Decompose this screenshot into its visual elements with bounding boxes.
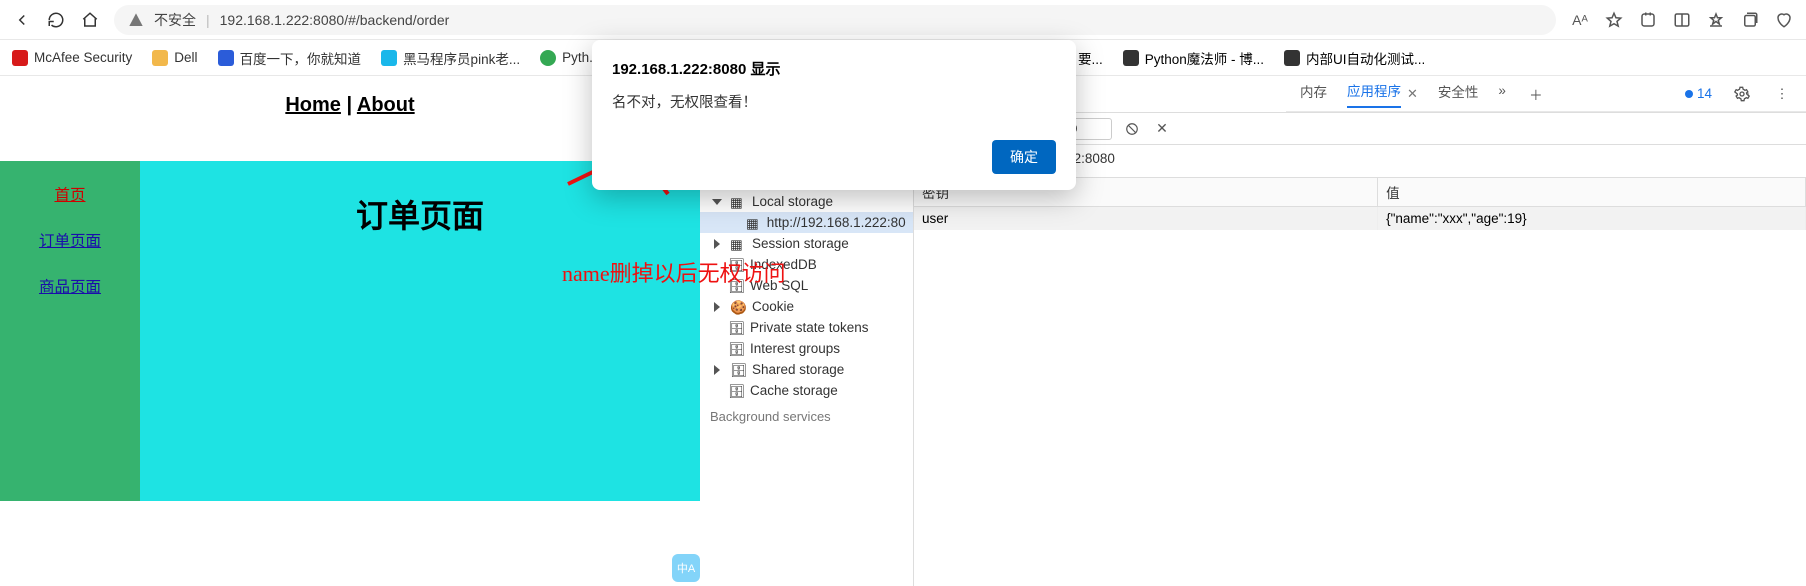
bookmark-item[interactable]: 要...	[1078, 48, 1103, 68]
address-bar[interactable]: 不安全 | 192.168.1.222:8080/#/backend/order	[114, 5, 1556, 35]
col-value[interactable]: 值	[1378, 178, 1806, 207]
sidebar-item-order[interactable]: 订单页面	[39, 229, 101, 251]
bg-services-header: Background services	[700, 401, 913, 428]
folder-icon	[152, 50, 168, 66]
home-link[interactable]: Home	[285, 94, 341, 116]
url-text: 192.168.1.222:8080/#/backend/order	[220, 12, 450, 28]
chevron-right-icon	[714, 302, 720, 312]
read-aloud-icon[interactable]: Aᴬ	[1570, 10, 1590, 30]
bookmark-item[interactable]: 内部UI自动化测试...	[1284, 48, 1425, 68]
shared-storage-item[interactable]: 🗄Shared storage	[700, 359, 913, 380]
database-icon: 🗄	[730, 363, 744, 377]
grid-icon: ▦	[746, 216, 759, 230]
browser-toolbar: 不安全 | 192.168.1.222:8080/#/backend/order…	[0, 0, 1806, 40]
collections-icon[interactable]	[1740, 10, 1760, 30]
cookie-item[interactable]: 🍪Cookie	[700, 296, 913, 317]
toolbar-right-icons: Aᴬ	[1570, 10, 1794, 30]
bookmark-item[interactable]: 百度一下，你就知道	[218, 48, 362, 68]
table-row[interactable]: user {"name":"xxx","age":19}	[914, 207, 1806, 231]
storage-table: 密钥 值 user {"name":"xxx","age":19}	[914, 178, 1806, 586]
chevron-right-icon	[714, 365, 720, 375]
ime-indicator: 中A	[672, 554, 700, 582]
home-button[interactable]	[80, 10, 100, 30]
alert-message: 名不对，无权限查看！	[612, 91, 1056, 112]
app-main: 订单页面	[140, 161, 700, 501]
sidebar-item-goods[interactable]: 商品页面	[39, 275, 101, 297]
alert-ok-button[interactable]: 确定	[992, 140, 1056, 174]
interest-item[interactable]: 🗄Interest groups	[700, 338, 913, 359]
block-icon[interactable]	[1122, 119, 1142, 139]
cell-key: user	[914, 207, 1378, 231]
paw-icon	[218, 50, 234, 66]
alert-dialog: 192.168.1.222:8080 显示 名不对，无权限查看！ 确定	[592, 40, 1076, 190]
bookmark-item[interactable]: McAfee Security	[12, 50, 132, 66]
local-storage-url-item[interactable]: ▦http://192.168.1.222:80	[700, 212, 913, 233]
grid-icon: ▦	[730, 237, 744, 251]
chevron-right-icon	[714, 239, 720, 249]
health-icon[interactable]	[1774, 10, 1794, 30]
bookmark-item[interactable]: Dell	[152, 50, 197, 66]
about-link[interactable]: About	[357, 94, 415, 116]
back-button[interactable]	[12, 10, 32, 30]
extensions-icon[interactable]	[1638, 10, 1658, 30]
page-title: 订单页面	[356, 191, 484, 501]
alert-title: 192.168.1.222:8080 显示	[612, 58, 1056, 79]
sidebar-item-home[interactable]: 首页	[54, 183, 85, 205]
session-storage-item[interactable]: ▦Session storage	[700, 233, 913, 254]
wizard-icon	[1123, 50, 1139, 66]
cookie-icon: 🍪	[730, 300, 744, 314]
bookmark-item[interactable]: Python魔法师 - 博...	[1123, 48, 1264, 68]
favorite-icon[interactable]	[1604, 10, 1624, 30]
annotation-text: name删掉以后无权访问	[562, 256, 786, 288]
insecure-label: 不安全	[154, 10, 196, 30]
cache-storage-item[interactable]: 🗄Cache storage	[700, 380, 913, 401]
database-icon: 🗄	[728, 384, 742, 398]
database-icon: 🗄	[728, 342, 742, 356]
shield-icon	[12, 50, 28, 66]
app-sidebar: 首页 订单页面 商品页面	[0, 161, 140, 501]
database-icon: 🗄	[728, 321, 742, 335]
close-icon[interactable]: ✕	[1152, 119, 1172, 139]
split-icon[interactable]	[1672, 10, 1692, 30]
pst-item[interactable]: 🗄Private state tokens	[700, 317, 913, 338]
refresh-button[interactable]	[46, 10, 66, 30]
favorites-list-icon[interactable]	[1706, 10, 1726, 30]
doc-icon	[1284, 50, 1300, 66]
bookmark-item[interactable]: 黑马程序员pink老...	[381, 48, 520, 68]
python-icon	[540, 50, 556, 66]
cell-value: {"name":"xxx","age":19}	[1378, 207, 1806, 231]
bookmarks-overflow: 要... Python魔法师 - 博... 内部UI自动化测试...	[1078, 48, 1425, 68]
tv-icon	[381, 50, 397, 66]
insecure-icon	[128, 12, 144, 28]
